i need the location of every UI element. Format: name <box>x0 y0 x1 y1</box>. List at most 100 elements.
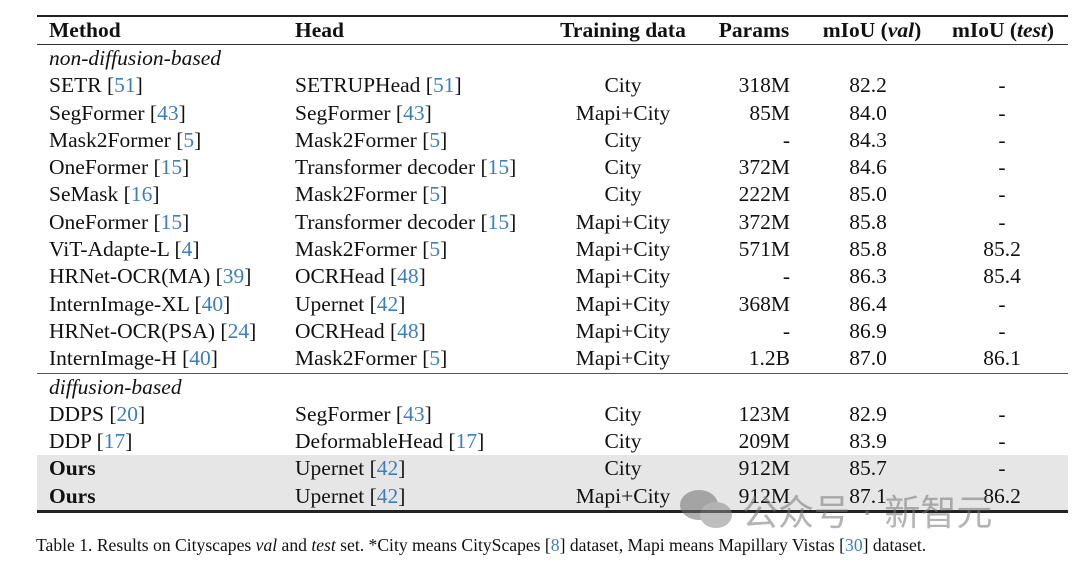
miou-test-cell: - <box>998 401 1006 426</box>
header-miou-test-italic: test <box>1017 18 1047 42</box>
method-cell: DDPS [20] <box>49 401 145 428</box>
bracket: [ <box>443 429 456 454</box>
citation-link[interactable]: 51 <box>433 73 455 97</box>
bracket: [ <box>170 127 184 152</box>
training-data-cell: Mapi+City <box>575 346 671 371</box>
bracket: ] <box>440 182 448 207</box>
method-name: HRNet-OCR(MA) <box>49 264 211 289</box>
training-data-cell: City <box>604 456 642 481</box>
miou-test-cell: - <box>998 291 1006 316</box>
caption-italic: val <box>255 535 278 555</box>
head-name: Transformer decoder <box>295 155 476 180</box>
citation-link[interactable]: 15 <box>488 155 510 179</box>
citation-link[interactable]: 17 <box>456 429 478 453</box>
bracket: [ <box>416 182 430 207</box>
miou-test-cell: - <box>998 100 1006 125</box>
training-data-cell: City <box>604 73 642 98</box>
head-name: DeformableHead <box>295 429 444 454</box>
citation-link[interactable]: 51 <box>114 73 136 97</box>
citation-link[interactable]: 17 <box>104 429 126 453</box>
method-name: HRNet-OCR(PSA) <box>49 318 216 343</box>
bracket: [ <box>384 264 398 289</box>
bracket: [ <box>364 456 377 481</box>
bracket: ] <box>440 237 448 262</box>
training-data-cell: Mapi+City <box>575 318 671 343</box>
table-row: SegFormer [43] SegFormer [43] Mapi+City 85M… <box>37 100 1068 127</box>
citation-link[interactable]: 4 <box>182 237 193 261</box>
citation-link[interactable]: 5 <box>429 237 440 261</box>
table-row: HRNet-OCR(PSA) [24] OCRHead [48] Mapi+City… <box>37 318 1068 345</box>
citation-link[interactable]: 40 <box>202 292 224 316</box>
miou-val-cell: 86.9 <box>849 318 887 343</box>
miou-val-cell: 87.1 <box>849 483 887 508</box>
header-miou-val-prefix: mIoU ( <box>822 18 888 42</box>
header-miou-val-italic: val <box>887 18 915 42</box>
method-name: Mask2Former <box>49 127 171 152</box>
head-name: SegFormer <box>295 100 391 125</box>
citation-link[interactable]: 42 <box>377 292 399 316</box>
citation-link[interactable]: 5 <box>429 128 440 152</box>
head-name: Transformer decoder <box>295 209 476 234</box>
miou-val-cell: 82.9 <box>849 401 887 426</box>
bracket: ] <box>138 401 146 426</box>
header-params: Params <box>718 18 790 42</box>
miou-val-cell: 84.6 <box>849 155 887 180</box>
citation-link[interactable]: 43 <box>403 101 425 125</box>
citation-link[interactable]: 16 <box>131 182 153 206</box>
params-cell: 222M <box>738 182 790 207</box>
group-label: diffusion-based <box>49 374 182 399</box>
citation-link[interactable]: 24 <box>228 319 250 343</box>
citation-link[interactable]: 5 <box>429 182 440 206</box>
citation-link[interactable]: 43 <box>403 402 425 426</box>
citation-link[interactable]: 39 <box>223 264 245 288</box>
head-cell: Transformer decoder [15] <box>295 209 516 236</box>
bracket: [ <box>384 318 398 343</box>
caption-text: set. *City means CityScapes [ <box>335 535 551 555</box>
bracket: ] <box>509 209 517 234</box>
citation-link[interactable]: 5 <box>183 128 194 152</box>
miou-test-cell: - <box>998 318 1006 343</box>
params-cell: 318M <box>738 73 790 98</box>
bracket: [ <box>144 100 158 125</box>
table-row: HRNet-OCR(MA) [39] OCRHead [48] Mapi+City -… <box>37 263 1068 290</box>
citation-link[interactable]: 8 <box>551 535 560 555</box>
miou-val-cell: 86.4 <box>849 291 887 316</box>
bracket: [ <box>176 346 190 371</box>
table-row: InternImage-XL [40] Upernet [42] Mapi+City… <box>37 291 1068 318</box>
header-head: Head <box>295 18 344 42</box>
bracket: [ <box>91 429 104 454</box>
citation-link[interactable]: 15 <box>488 210 510 234</box>
method-cell: SETR [51] <box>49 72 143 99</box>
bracket: [ <box>416 237 430 262</box>
method-name: InternImage-XL <box>49 291 190 316</box>
params-cell: 85M <box>749 100 790 125</box>
bracket: [ <box>169 237 182 262</box>
citation-link[interactable]: 20 <box>117 402 139 426</box>
caption-text: ] dataset, Mapi means Mapillary Vistas [ <box>559 535 846 555</box>
head-name: Upernet <box>295 456 365 481</box>
training-data-cell: City <box>604 401 642 426</box>
miou-test-cell: 85.2 <box>983 237 1021 262</box>
citation-link[interactable]: 15 <box>161 210 183 234</box>
miou-test-cell: - <box>998 456 1006 481</box>
bracket: [ <box>390 100 404 125</box>
table-row: OneFormer [15] Transformer decoder [15] Ma… <box>37 209 1068 236</box>
bracket: ] <box>440 346 448 371</box>
citation-link[interactable]: 5 <box>429 346 440 370</box>
citation-link[interactable]: 48 <box>397 264 419 288</box>
params-cell: 209M <box>738 429 790 454</box>
training-data-cell: Mapi+City <box>575 209 671 234</box>
params-cell: 372M <box>738 155 790 180</box>
citation-link[interactable]: 40 <box>189 346 211 370</box>
method-cell: HRNet-OCR(MA) [39] <box>49 263 251 290</box>
head-name: Upernet <box>295 291 365 316</box>
citation-link[interactable]: 30 <box>845 535 863 555</box>
method-name: SeMask <box>49 182 119 207</box>
bracket: [ <box>148 155 161 180</box>
head-cell: Mask2Former [5] <box>295 345 447 372</box>
citation-link[interactable]: 15 <box>161 155 183 179</box>
citation-link[interactable]: 43 <box>157 101 179 125</box>
citation-link[interactable]: 42 <box>377 456 399 480</box>
citation-link[interactable]: 48 <box>397 319 419 343</box>
citation-link[interactable]: 42 <box>377 484 399 508</box>
